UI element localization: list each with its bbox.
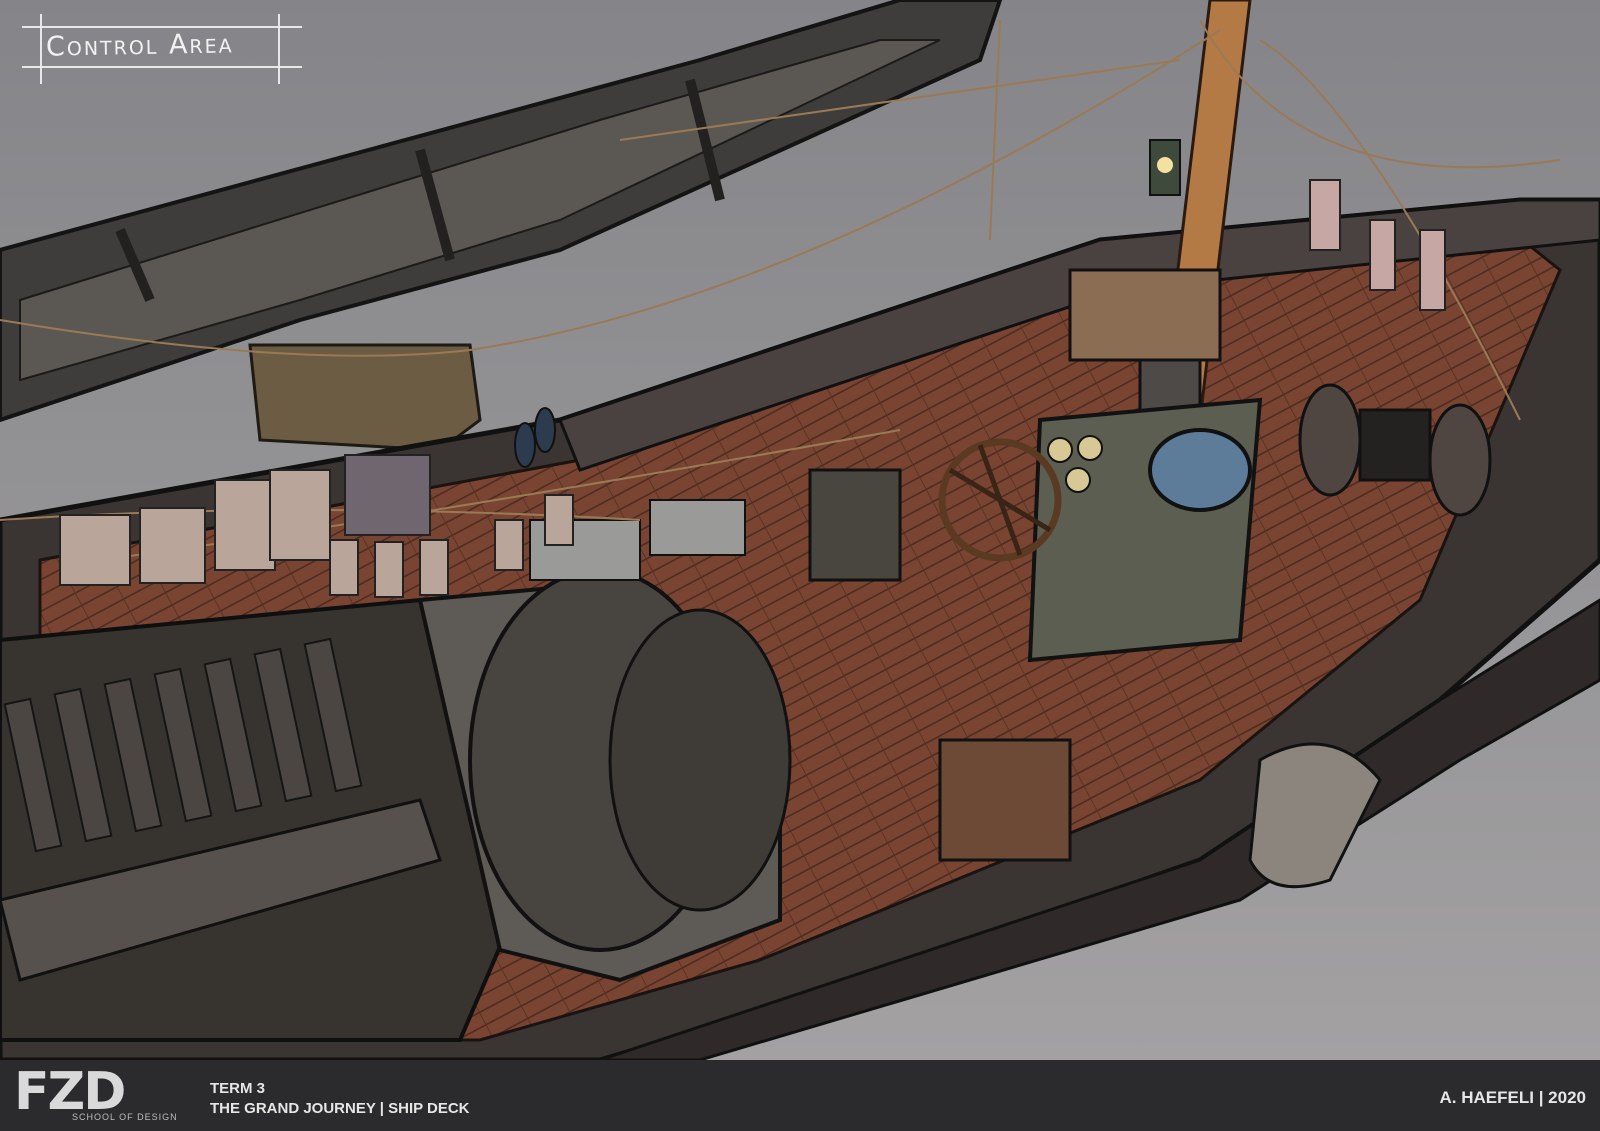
ship-deck-illustration <box>0 0 1600 1060</box>
artist-credit: A. HAEFELI | 2020 <box>1439 1088 1586 1107</box>
section-title: Control Area <box>45 28 234 63</box>
lantern <box>1149 139 1181 196</box>
term-label: TERM 3 <box>210 1080 266 1097</box>
fzd-logo: FZD SCHOOL OF DESIGN <box>14 1062 194 1126</box>
hanging-tarp <box>248 343 482 452</box>
logo-subtitle: SCHOOL OF DESIGN <box>72 1112 178 1122</box>
footer-bar: FZD SCHOOL OF DESIGN TERM 3 THE GRAND JO… <box>0 1060 1600 1131</box>
project-title: THE GRAND JOURNEY | SHIP DECK <box>210 1100 470 1117</box>
